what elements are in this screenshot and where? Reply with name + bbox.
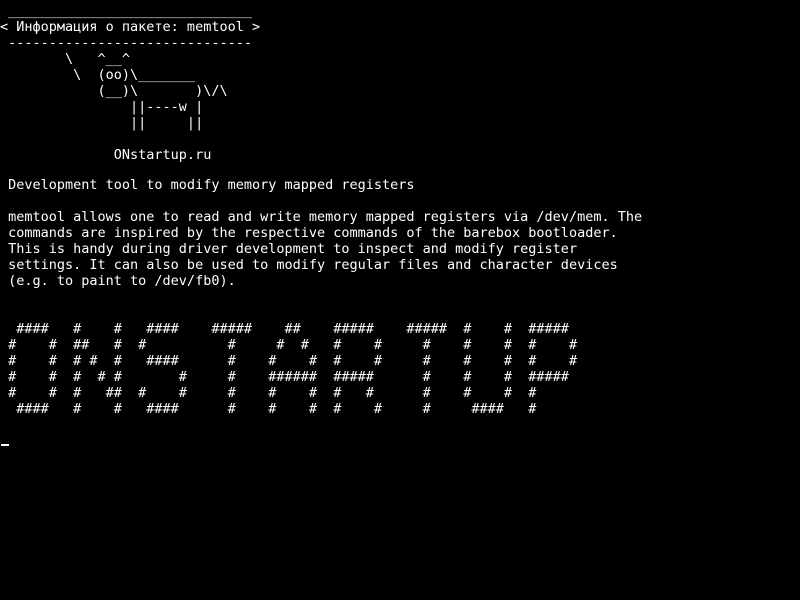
package-description: memtool allows one to read and write mem… <box>8 209 643 289</box>
terminal-screen: ______________________________ < Информа… <box>0 0 800 600</box>
terminal-cursor <box>1 444 9 446</box>
onstartup-ascii-banner: #### # # #### ##### ## ##### ##### # # #… <box>8 321 578 417</box>
cowsay-ascii-art: ______________________________ < Информа… <box>0 3 261 163</box>
package-summary: Development tool to modify memory mapped… <box>0 177 415 193</box>
